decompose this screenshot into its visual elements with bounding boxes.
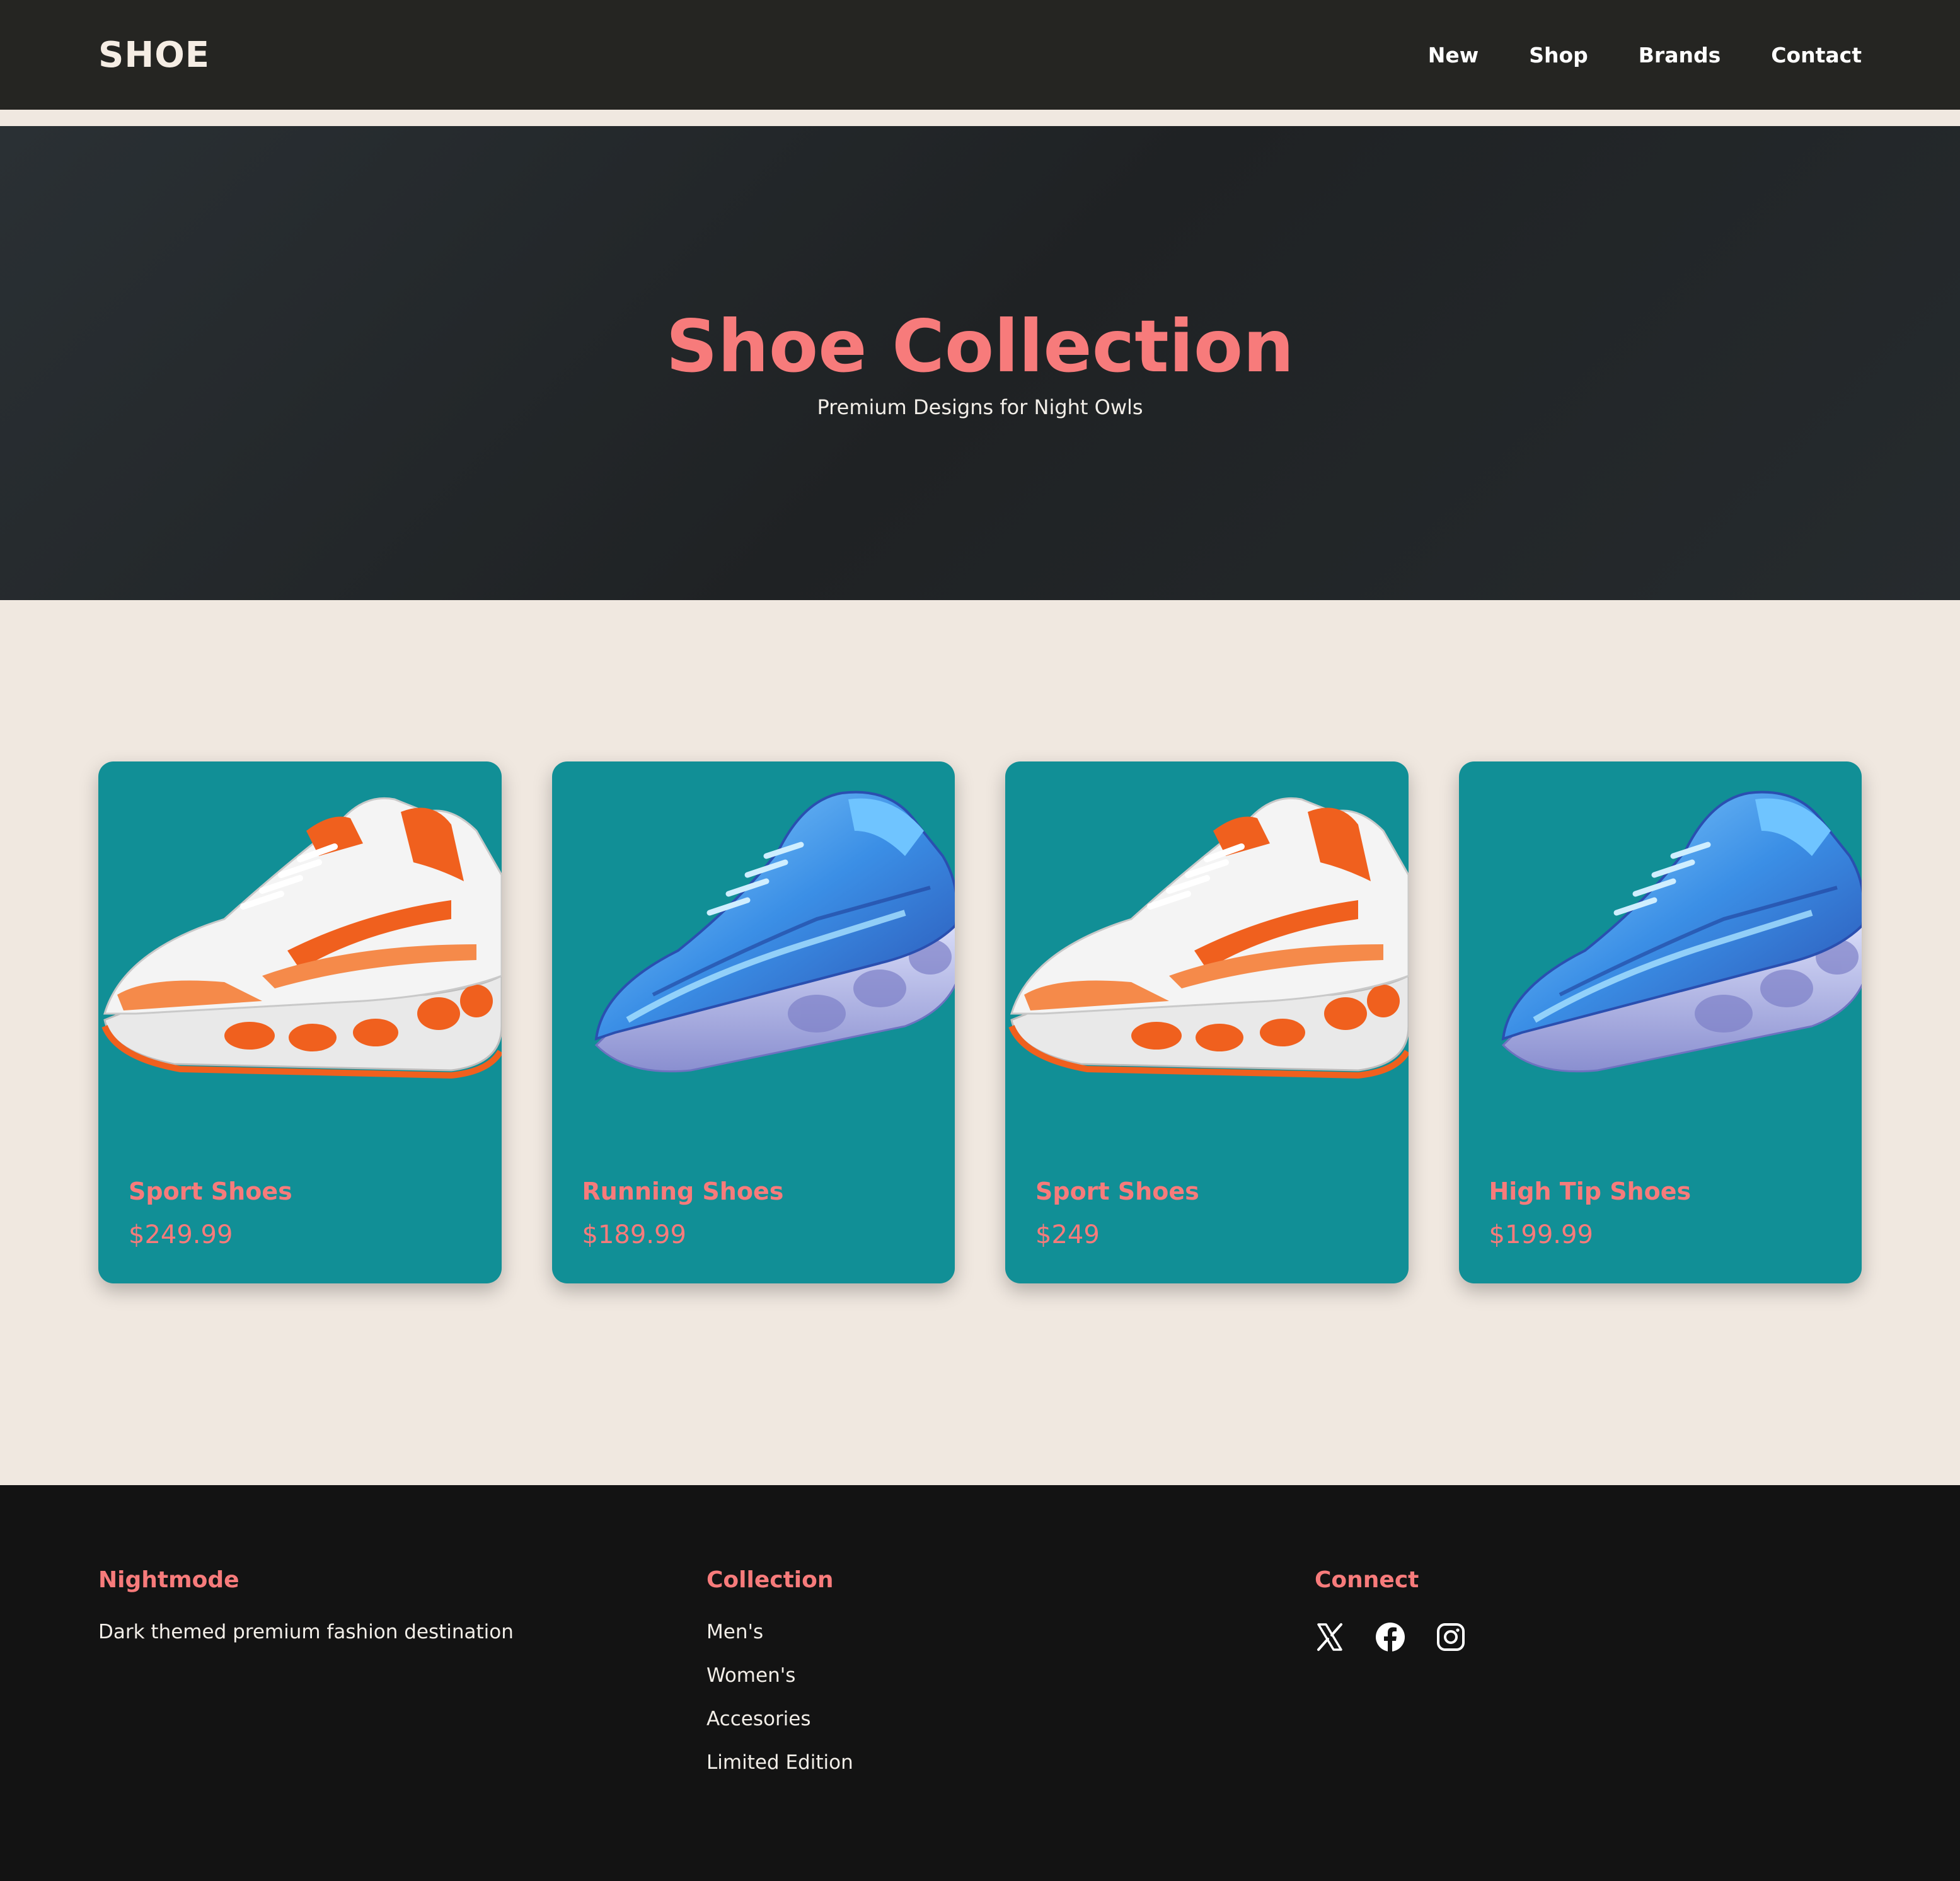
white-orange-sneaker-image: [1005, 787, 1409, 1089]
product-name: Running Shoes: [582, 1178, 784, 1205]
product-card[interactable]: Sport Shoes $249.99: [98, 761, 502, 1283]
product-price: $199.99: [1489, 1220, 1593, 1249]
product-price: $249.99: [129, 1220, 233, 1249]
product-grid: Sport Shoes $249.99 Running Shoes $189.9…: [98, 761, 1862, 1283]
product-card[interactable]: High Tip Shoes $199.99: [1458, 761, 1862, 1283]
nav-link-shop[interactable]: Shop: [1529, 43, 1588, 67]
nav-links: New Shop Brands Contact: [1428, 43, 1862, 67]
footer-brand-column: Nightmode Dark themed premium fashion de…: [98, 1567, 514, 1643]
footer-collection-title: Collection: [706, 1567, 834, 1593]
blue-sneaker-image: [1459, 787, 1862, 1089]
facebook-icon[interactable]: [1375, 1622, 1405, 1652]
footer-brand-text: Dark themed premium fashion destination: [98, 1621, 514, 1643]
nav-link-brands[interactable]: Brands: [1639, 43, 1721, 67]
footer-link-limited-edition[interactable]: Limited Edition: [706, 1751, 853, 1774]
social-links: [1315, 1622, 1466, 1652]
footer-connect-title: Connect: [1315, 1567, 1419, 1593]
blue-sneaker-image: [552, 787, 955, 1089]
hero-title: Shoe Collection: [666, 304, 1294, 389]
footer-link-accessories[interactable]: Accesories: [706, 1708, 853, 1730]
nav-link-contact[interactable]: Contact: [1771, 43, 1862, 67]
product-price: $189.99: [582, 1220, 686, 1249]
site-logo[interactable]: SHOE: [98, 35, 210, 76]
footer-link-womens[interactable]: Women's: [706, 1664, 853, 1687]
footer-collection-list: Men's Women's Accesories Limited Edition: [706, 1621, 853, 1774]
white-orange-sneaker-image: [98, 787, 502, 1089]
footer-collection-column: Collection Men's Women's Accesories Limi…: [706, 1567, 853, 1795]
x-icon[interactable]: [1315, 1622, 1345, 1652]
site-footer: Nightmode Dark themed premium fashion de…: [0, 1485, 1960, 1881]
product-name: High Tip Shoes: [1489, 1178, 1692, 1205]
product-price: $249: [1035, 1220, 1100, 1249]
product-card[interactable]: Sport Shoes $249: [1005, 761, 1409, 1283]
product-name: Sport Shoes: [1035, 1178, 1199, 1205]
product-name: Sport Shoes: [129, 1178, 292, 1205]
top-navbar: SHOE New Shop Brands Contact: [0, 0, 1960, 110]
footer-connect-column: Connect: [1315, 1567, 1466, 1652]
instagram-icon[interactable]: [1436, 1622, 1466, 1652]
hero-banner: Shoe Collection Premium Designs for Nigh…: [0, 126, 1960, 600]
nav-link-new[interactable]: New: [1428, 43, 1479, 67]
hero-subtitle: Premium Designs for Night Owls: [817, 395, 1143, 419]
product-card[interactable]: Running Shoes $189.99: [551, 761, 955, 1283]
footer-brand-title: Nightmode: [98, 1567, 239, 1593]
footer-link-mens[interactable]: Men's: [706, 1621, 853, 1643]
